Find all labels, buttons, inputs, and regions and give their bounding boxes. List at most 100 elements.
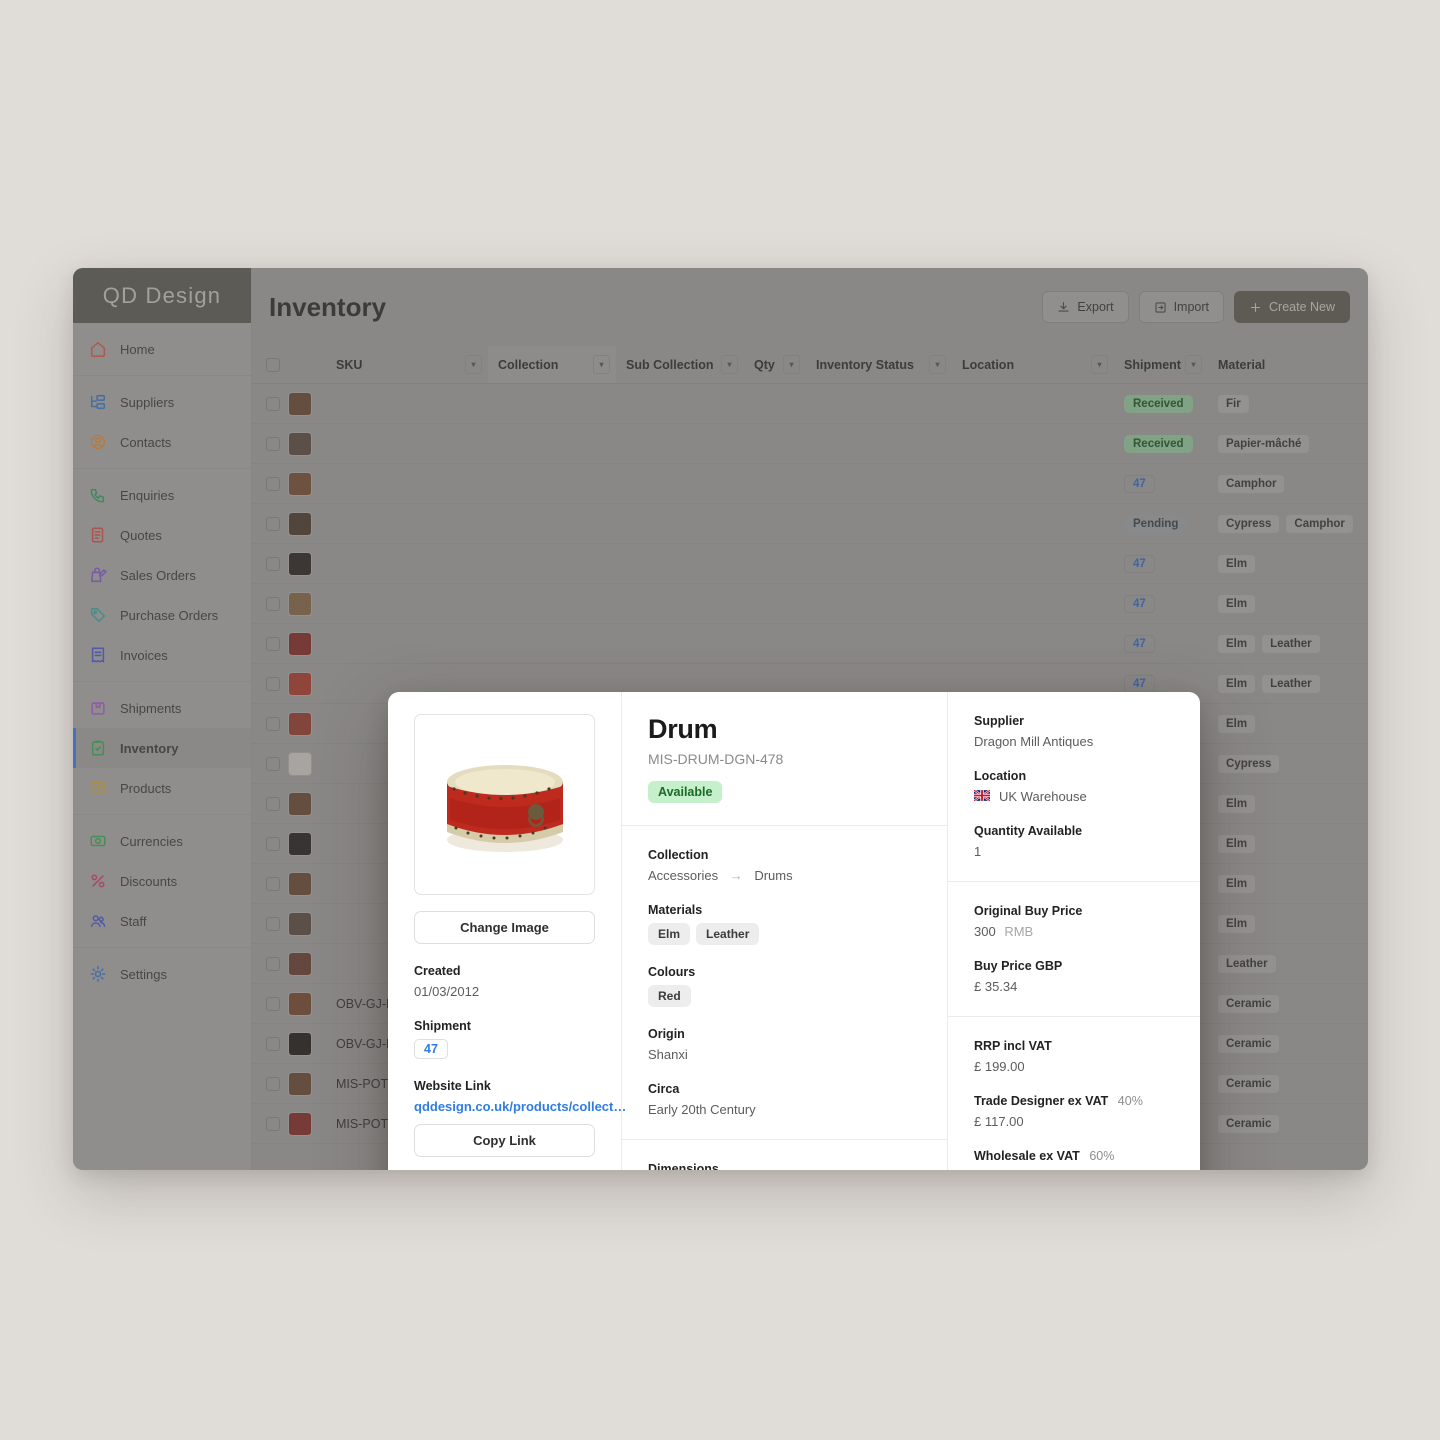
row-checkbox[interactable]	[266, 916, 280, 931]
sidebar-item-suppliers[interactable]: Suppliers	[73, 382, 251, 422]
table-row[interactable]: 47 Elm	[252, 544, 1368, 584]
home-icon	[90, 341, 106, 357]
sidebar-item-shipments[interactable]: Shipments	[73, 688, 251, 728]
cell-location	[952, 504, 1114, 543]
sidebar-item-quotes[interactable]: Quotes	[73, 515, 251, 555]
row-checkbox-cell[interactable]	[252, 1104, 288, 1143]
select-all-checkbox[interactable]	[266, 357, 280, 372]
shipment-link[interactable]: 47	[1124, 634, 1155, 653]
table-row[interactable]: 47 Elm Leather	[252, 624, 1368, 664]
row-checkbox-cell[interactable]	[252, 1024, 288, 1063]
phone-icon	[90, 488, 105, 503]
row-checkbox[interactable]	[266, 516, 280, 531]
column-header-sub[interactable]: Sub Collection ▾	[616, 346, 744, 383]
chevron-down-icon[interactable]: ▾	[783, 355, 800, 374]
column-header-mat[interactable]: Material	[1208, 346, 1368, 383]
row-checkbox[interactable]	[266, 1036, 280, 1051]
row-checkbox-cell[interactable]	[252, 504, 288, 543]
chevron-down-icon[interactable]: ▾	[721, 355, 738, 374]
cell-inventory-status	[806, 464, 952, 503]
chevron-down-icon[interactable]: ▾	[1091, 355, 1108, 374]
row-checkbox[interactable]	[266, 556, 280, 571]
row-checkbox[interactable]	[266, 1076, 280, 1091]
column-header-col[interactable]: Collection ▾	[488, 346, 616, 383]
row-checkbox-cell[interactable]	[252, 944, 288, 983]
row-checkbox-cell[interactable]	[252, 744, 288, 783]
row-checkbox[interactable]	[266, 956, 280, 971]
column-header-chk[interactable]	[252, 346, 288, 383]
row-checkbox-cell[interactable]	[252, 664, 288, 703]
export-button[interactable]: Export	[1042, 291, 1129, 323]
row-checkbox-cell[interactable]	[252, 464, 288, 503]
row-checkbox-cell[interactable]	[252, 624, 288, 663]
sidebar-item-settings[interactable]: Settings	[73, 954, 251, 994]
row-checkbox[interactable]	[266, 396, 280, 411]
column-header-img[interactable]	[288, 346, 326, 383]
shipment-link[interactable]: 47	[414, 1039, 448, 1059]
sidebar-item-sales-orders[interactable]: Sales Orders	[73, 555, 251, 595]
row-checkbox[interactable]	[266, 596, 280, 611]
column-header-loc[interactable]: Location ▾	[952, 346, 1114, 383]
chevron-down-icon[interactable]: ▾	[465, 355, 482, 374]
sidebar-item-staff[interactable]: Staff	[73, 901, 251, 941]
row-checkbox[interactable]	[266, 796, 280, 811]
sidebar-item-products[interactable]: Products	[73, 768, 251, 808]
cell-shipment: Received	[1114, 384, 1208, 423]
row-checkbox[interactable]	[266, 996, 280, 1011]
sidebar-item-enquiries[interactable]: Enquiries	[73, 475, 251, 515]
import-button[interactable]: Import	[1138, 291, 1224, 323]
row-checkbox-cell[interactable]	[252, 864, 288, 903]
change-image-button[interactable]: Change Image	[414, 911, 595, 944]
sidebar-item-invoices[interactable]: Invoices	[73, 635, 251, 675]
row-checkbox[interactable]	[266, 436, 280, 451]
chevron-down-icon[interactable]: ▾	[929, 355, 946, 374]
row-checkbox[interactable]	[266, 836, 280, 851]
table-row[interactable]: 47 Elm	[252, 584, 1368, 624]
table-row[interactable]: Received Papier-mâché	[252, 424, 1368, 464]
chevron-down-icon[interactable]: ▾	[1185, 355, 1202, 374]
row-checkbox[interactable]	[266, 716, 280, 731]
create-new-button[interactable]: Create New	[1234, 291, 1350, 323]
table-row[interactable]: Pending Cypress Camphor	[252, 504, 1368, 544]
row-checkbox-cell[interactable]	[252, 984, 288, 1023]
row-checkbox-cell[interactable]	[252, 784, 288, 823]
table-row[interactable]: Received Fir	[252, 384, 1368, 424]
row-checkbox[interactable]	[266, 756, 280, 771]
sidebar-item-purchase-orders[interactable]: Purchase Orders	[73, 595, 251, 635]
sidebar-item-currencies[interactable]: Currencies	[73, 821, 251, 861]
row-checkbox[interactable]	[266, 676, 280, 691]
row-checkbox-cell[interactable]	[252, 384, 288, 423]
row-checkbox-cell[interactable]	[252, 904, 288, 943]
shipment-link[interactable]: 47	[1124, 674, 1155, 693]
row-checkbox[interactable]	[266, 476, 280, 491]
shipment-label: Shipment	[414, 1019, 471, 1033]
row-checkbox-cell[interactable]	[252, 704, 288, 743]
shipment-link[interactable]: 47	[1124, 594, 1155, 613]
row-checkbox-cell[interactable]	[252, 544, 288, 583]
website-link-value[interactable]: qddesign.co.uk/products/collect…	[414, 1099, 626, 1114]
row-checkbox-cell[interactable]	[252, 824, 288, 863]
sidebar-item-contacts[interactable]: Contacts	[73, 422, 251, 462]
column-header-sta[interactable]: Inventory Status ▾	[806, 346, 952, 383]
table-row[interactable]: 47 Camphor	[252, 464, 1368, 504]
product-thumbnail	[288, 471, 312, 496]
status-badge: Available	[648, 781, 723, 803]
sidebar-item-home[interactable]: Home	[73, 329, 251, 369]
row-checkbox[interactable]	[266, 636, 280, 651]
product-thumbnail	[288, 911, 312, 936]
column-header-shp[interactable]: Shipment ▾	[1114, 346, 1208, 383]
column-header-qty[interactable]: Qty ▾	[744, 346, 806, 383]
row-checkbox-cell[interactable]	[252, 1064, 288, 1103]
column-header-sku[interactable]: SKU ▾	[326, 346, 488, 383]
sidebar-item-label: Sales Orders	[120, 567, 196, 583]
row-checkbox[interactable]	[266, 1116, 280, 1131]
shipment-link[interactable]: 47	[1124, 554, 1155, 573]
chevron-down-icon[interactable]: ▾	[593, 355, 610, 374]
row-checkbox-cell[interactable]	[252, 584, 288, 623]
row-checkbox-cell[interactable]	[252, 424, 288, 463]
shipment-link[interactable]: 47	[1124, 474, 1155, 493]
sidebar-item-inventory[interactable]: Inventory	[73, 728, 251, 768]
row-checkbox[interactable]	[266, 876, 280, 891]
sidebar-item-discounts[interactable]: Discounts	[73, 861, 251, 901]
copy-link-button[interactable]: Copy Link	[414, 1124, 595, 1157]
